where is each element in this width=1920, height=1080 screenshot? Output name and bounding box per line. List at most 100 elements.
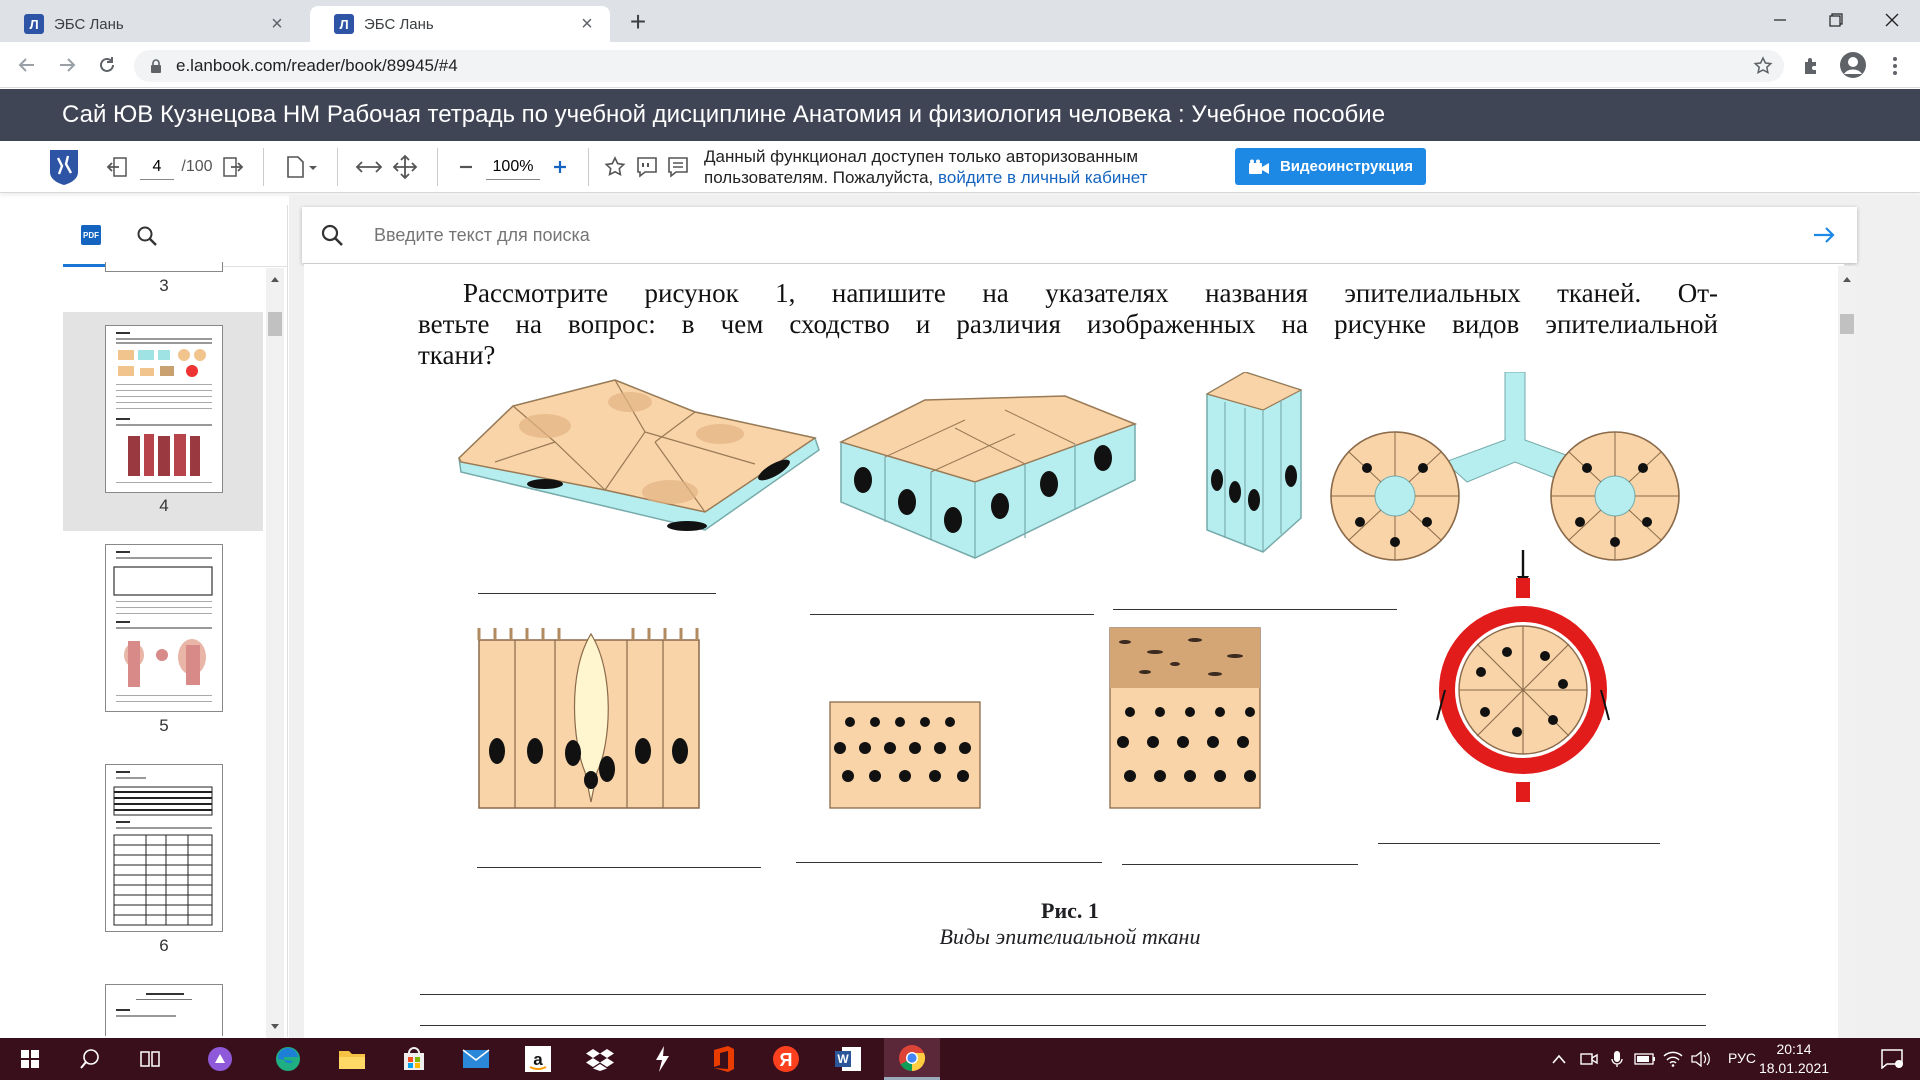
tray-wifi[interactable] [1660,1038,1686,1080]
tray-meet-now[interactable] [1576,1038,1602,1080]
lan-logo[interactable] [46,141,82,193]
taskbar-chrome[interactable] [884,1038,940,1080]
browser-tab-1[interactable]: Л ЭБС Лань × [0,6,300,42]
arrow-right-icon [60,58,76,72]
extensions-button[interactable] [1796,51,1826,81]
back-button[interactable] [12,50,42,80]
video-instruction-button[interactable]: Видеоинструкция [1235,148,1426,185]
reload-button[interactable] [92,50,122,80]
scrollbar-track [1840,277,1854,334]
chrome-menu-button[interactable] [1880,51,1910,81]
page-thumbnail-6[interactable] [105,764,223,932]
taskbar-alice[interactable] [194,1038,246,1080]
answer-line[interactable] [796,862,1102,863]
page-thumbnail-5[interactable] [105,544,223,712]
taskbar-yandex[interactable]: Я [760,1038,812,1080]
answer-line[interactable] [1113,609,1397,610]
taskbar-store[interactable] [388,1038,440,1080]
restore-button[interactable] [1808,0,1864,40]
address-bar[interactable]: e.lanbook.com/reader/book/89945/#4 [134,50,1784,82]
taskbar-mail[interactable] [450,1038,502,1080]
page-thumbnail-3[interactable] [105,262,223,272]
page-number-input[interactable] [140,154,174,180]
taskbar-app-lightning[interactable] [636,1038,688,1080]
fit-width-button[interactable] [354,141,384,193]
answer-line[interactable] [1122,864,1358,865]
answer-line[interactable] [478,593,716,594]
tab-search[interactable] [119,205,175,267]
plus-icon [554,161,566,173]
arrow-right-submit-icon[interactable] [1812,223,1836,247]
speaker-icon [1691,1051,1710,1067]
tab-close-icon[interactable]: × [576,13,598,36]
taskbar-search-button[interactable] [64,1038,116,1080]
total-pages: /100 [181,158,213,175]
next-page-button[interactable] [218,141,246,193]
page-thumbnail-4[interactable] [105,325,223,493]
word-icon: W [835,1047,861,1071]
notes-button[interactable] [665,141,691,193]
bookmark-star-button[interactable] [1748,51,1778,81]
minimize-button[interactable] [1752,0,1808,40]
tray-battery[interactable] [1632,1038,1658,1080]
glandular-epithelium-illustration [1330,372,1680,586]
bookmark-button[interactable] [602,141,628,193]
arrows-horizontal-icon [355,161,383,173]
fit-page-button[interactable] [390,141,420,193]
tab-close-icon[interactable]: × [266,13,288,36]
login-link[interactable]: войдите в личный кабинет [938,168,1147,187]
thumbnail-page-number: 3 [159,276,169,295]
sidebar-scrollbar[interactable] [266,268,284,1038]
toolbar-divider [263,148,264,186]
taskbar-office[interactable] [698,1038,750,1080]
answer-line[interactable] [1378,843,1660,844]
taskbar-edge[interactable] [262,1038,314,1080]
wifi-icon [1663,1051,1683,1067]
taskbar-word[interactable]: W [822,1038,874,1080]
quote-button[interactable] [634,141,660,193]
battery-icon [1634,1053,1655,1065]
browser-tab-2[interactable]: Л ЭБС Лань × [310,6,610,42]
tab-title: ЭБС Лань [364,15,434,33]
task-view-button[interactable] [124,1038,176,1080]
figure-caption-title: Рис. 1 [1041,898,1099,923]
system-clock[interactable]: 20:14 18.01.2021 [1756,1040,1832,1078]
tray-volume[interactable] [1688,1038,1714,1080]
prev-page-icon [106,157,127,177]
answer-line[interactable] [810,614,1094,615]
profile-button[interactable] [1838,50,1868,80]
tray-microphone[interactable] [1604,1038,1630,1080]
close-window-button[interactable] [1864,0,1920,40]
input-language[interactable]: РУС [1728,1050,1756,1066]
scrollbar-track [268,277,282,1029]
new-tab-button[interactable]: + [622,6,654,38]
paragraph-line-2: ветьте на вопрос: в чем сходство и разли… [418,309,1718,339]
page-scrollbar[interactable] [1838,266,1856,1038]
page-mode-button[interactable] [284,141,320,193]
forward-button[interactable] [52,50,82,80]
start-button[interactable] [4,1038,56,1080]
search-input[interactable] [374,221,1674,249]
lan-shield-icon [50,150,78,185]
prev-page-button[interactable] [104,141,132,193]
figure-caption-subtitle: Виды эпителиальной ткани [939,924,1201,949]
answer-line[interactable] [477,867,761,868]
more-vert-icon [1893,57,1897,75]
taskbar-amazon[interactable]: a [512,1038,564,1080]
notification-center-button[interactable] [1866,1038,1918,1080]
zoom-out-button[interactable] [454,141,478,193]
answer-line[interactable] [420,994,1706,995]
auth-notice: Данный функционал доступен только автори… [704,146,1224,188]
taskbar-file-explorer[interactable] [326,1038,378,1080]
tray-overflow-button[interactable] [1546,1038,1572,1080]
toolbar-divider [337,148,338,186]
tab-pdf-thumbnails[interactable]: PDF [63,205,119,267]
answer-line[interactable] [420,1025,1706,1026]
zoom-level-input[interactable] [486,154,540,180]
zoom-in-button[interactable] [548,141,572,193]
page-thumbnail-7[interactable] [105,984,223,1036]
close-icon [1885,13,1899,27]
taskbar-dropbox[interactable] [574,1038,626,1080]
thumbnail-preview [113,551,213,702]
task-paragraph: Рассмотрите рисунок 1, напишите на указа… [418,278,1718,371]
